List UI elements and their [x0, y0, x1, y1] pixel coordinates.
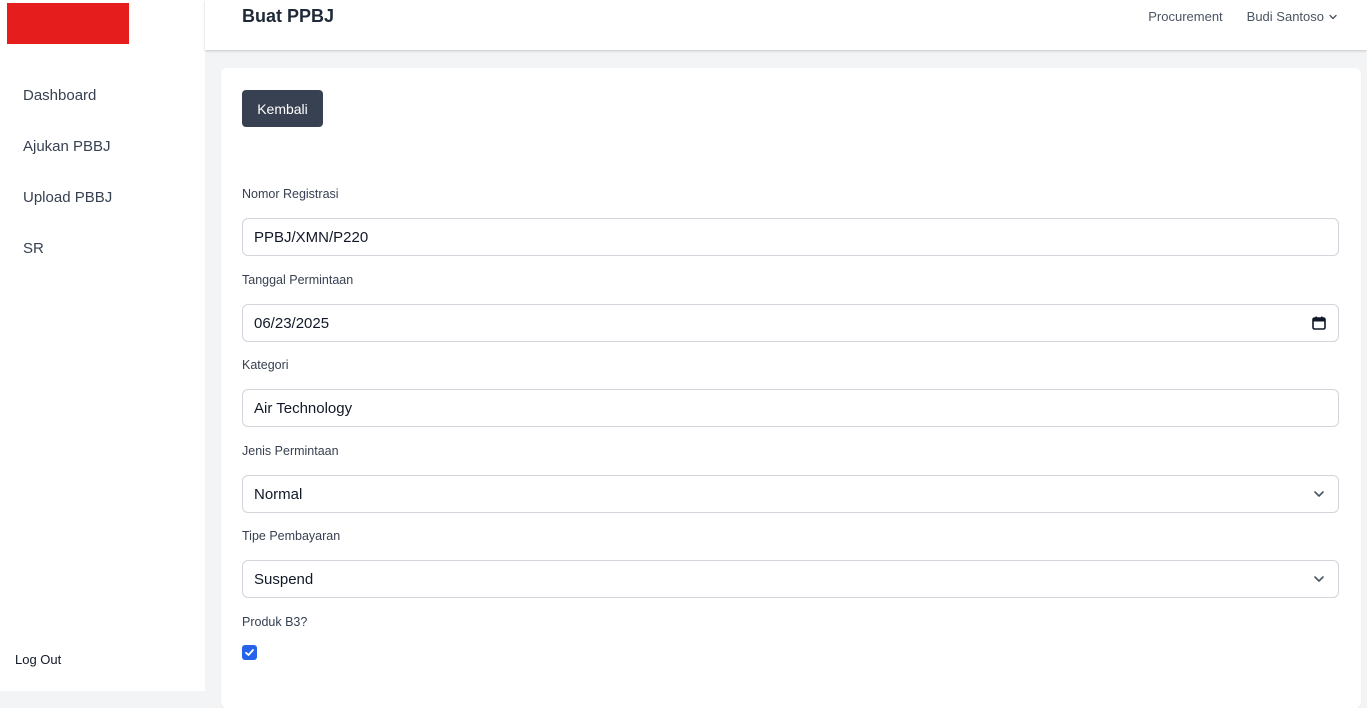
sidebar-item-upload-pbbj[interactable]: Upload PBBJ	[0, 180, 205, 231]
chevron-down-icon	[1311, 571, 1327, 587]
brand-logo[interactable]	[7, 3, 129, 44]
sidebar-nav: Dashboard Ajukan PBBJ Upload PBBJ SR	[0, 78, 205, 282]
nomor-registrasi-input[interactable]: PPBJ/XMN/P220	[242, 218, 1339, 256]
page-title: Buat PPBJ	[242, 6, 335, 26]
form-card: Kembali Nomor Registrasi PPBJ/XMN/P220 T…	[221, 68, 1361, 708]
role-label: Procurement	[1148, 9, 1223, 24]
checkmark-icon	[245, 649, 254, 656]
sidebar-item-dashboard[interactable]: Dashboard	[0, 78, 205, 129]
tanggal-permintaan-value: 06/23/2025	[254, 314, 330, 332]
nomor-registrasi-value: PPBJ/XMN/P220	[254, 228, 369, 246]
tipe-pembayaran-value: Suspend	[254, 570, 314, 588]
jenis-permintaan-select[interactable]: Normal	[242, 475, 1339, 513]
chevron-down-icon	[1311, 486, 1327, 502]
jenis-permintaan-value: Normal	[254, 485, 303, 503]
produk-b3-label: Produk B3?	[242, 615, 308, 629]
header-right: Procurement Budi Santoso	[1148, 9, 1338, 24]
back-button[interactable]: Kembali	[242, 90, 323, 127]
logout-link[interactable]: Log Out	[15, 652, 61, 667]
sidebar-item-ajukan-pbbj[interactable]: Ajukan PBBJ	[0, 129, 205, 180]
tanggal-permintaan-label: Tanggal Permintaan	[242, 273, 354, 287]
user-name: Budi Santoso	[1246, 9, 1324, 24]
tipe-pembayaran-label: Tipe Pembayaran	[242, 529, 341, 543]
chevron-down-icon	[1329, 14, 1337, 19]
user-menu[interactable]: Budi Santoso	[1247, 9, 1338, 24]
kategori-label: Kategori	[242, 358, 289, 372]
nomor-registrasi-label: Nomor Registrasi	[242, 187, 339, 201]
calendar-icon[interactable]	[1311, 315, 1327, 331]
kategori-input[interactable]: Air Technology	[242, 389, 1339, 427]
jenis-permintaan-label: Jenis Permintaan	[242, 444, 339, 458]
sidebar-item-sr[interactable]: SR	[0, 231, 205, 282]
kategori-value: Air Technology	[254, 399, 353, 417]
sidebar: Dashboard Ajukan PBBJ Upload PBBJ SR Log…	[0, 0, 205, 691]
top-header: Buat PPBJ Procurement Budi Santoso	[205, 0, 1367, 50]
tipe-pembayaran-select[interactable]: Suspend	[242, 560, 1339, 598]
produk-b3-checkbox[interactable]	[242, 645, 257, 660]
tanggal-permintaan-input[interactable]: 06/23/2025	[242, 304, 1339, 342]
